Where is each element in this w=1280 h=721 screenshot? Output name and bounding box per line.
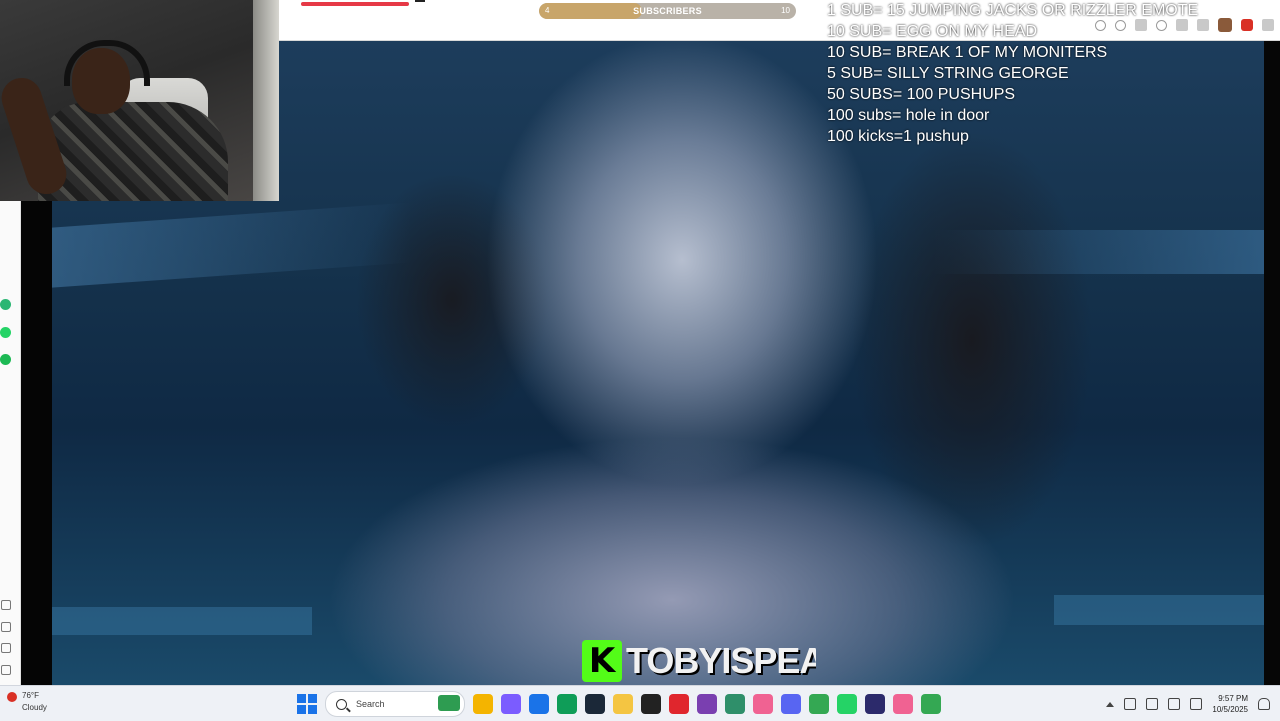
weather-alert-icon [7,692,17,702]
search-highlight-image [438,695,460,711]
microphone-icon[interactable] [1146,698,1159,710]
maps-pin-icon-2[interactable] [893,694,913,714]
app-purple-icon[interactable] [697,694,717,714]
clock-date: 10/5/2025 [1212,705,1248,714]
sub-goals-overlay: 1 SUB= 15 JUMPING JACKS OR RIZZLER EMOTE… [827,0,1267,147]
browser-tab-marker [415,0,425,2]
microsoft-store-icon[interactable] [529,694,549,714]
pool-light-stripe [52,202,412,288]
browser-tab-indicator[interactable] [301,2,409,6]
edge-icon[interactable] [557,694,577,714]
show-hidden-icons-icon[interactable] [1106,701,1115,707]
folder-icon[interactable] [613,694,633,714]
browser-side-panel [0,201,21,685]
subscriber-goal-max: 10 [781,6,790,15]
goal-line: 1 SUB= 15 JUMPING JACKS OR RIZZLER EMOTE [827,2,1199,19]
video-letterbox-left [20,201,52,685]
search-icon [336,698,347,710]
webcam-background-window [253,0,279,201]
copilot-icon[interactable] [501,694,521,714]
whatsapp-icon[interactable] [837,694,857,714]
system-tray: 9:57 PM 10/5/2025 [1106,691,1270,717]
subscriber-goal-label: SUBSCRIBERS [633,6,702,16]
maps-pin-icon[interactable] [753,694,773,714]
history-icon[interactable] [1,643,11,653]
onedrive-icon[interactable] [1124,698,1137,710]
wifi-icon[interactable] [1168,698,1181,710]
goal-line: 50 SUBS= 100 PUSHUPS [827,86,1016,103]
sidebar-app-icon[interactable] [0,299,11,310]
notification-bell-icon[interactable] [1258,698,1270,710]
edit-icon[interactable] [1,622,11,632]
opera-icon[interactable] [669,694,689,714]
pool-light-stripe [52,607,312,635]
taskbar-clock[interactable]: 9:57 PM 10/5/2025 [1212,693,1248,715]
heart-icon[interactable] [1,600,11,610]
subscriber-goal-bar: 4 SUBSCRIBERS 10 [539,3,796,19]
channel-watermark: K TOBYISPEAK [582,639,816,683]
clock-time: 9:57 PM [1218,694,1248,703]
steam-icon[interactable] [585,694,605,714]
discord-icon[interactable] [781,694,801,714]
goal-line: 100 kicks=1 pushup [827,128,969,145]
pool-light-stripe [1054,595,1264,625]
spotify-icon[interactable] [0,354,11,365]
webcam-overlay [0,0,279,201]
more-icon[interactable] [1,665,11,675]
search-placeholder: Search [356,699,385,709]
pool-light-stripe [934,230,1264,274]
goal-line: 100 subs= hole in door [827,107,990,124]
volume-icon[interactable] [1190,698,1203,710]
whatsapp-icon[interactable] [0,327,11,338]
next-app-icon[interactable] [865,694,885,714]
obs-icon[interactable] [641,694,661,714]
weather-widget[interactable]: 76°F Cloudy [4,691,64,717]
webcam-person-body [38,102,228,201]
taskbar-search[interactable]: Search [325,691,465,717]
taskbar-apps: Search [297,691,941,717]
goal-line: 10 SUB= BREAK 1 OF MY MONITERS [827,44,1108,61]
chrome-icon[interactable] [809,694,829,714]
file-explorer-icon[interactable] [473,694,493,714]
windows-taskbar: 76°F Cloudy Search 9:57 PM 10/5/2025 [0,685,1280,721]
windows-start-icon[interactable] [297,694,317,714]
channel-name: TOBYISPEAK [626,640,816,681]
kick-logo-icon: K [582,640,622,682]
goal-line: 10 SUB= EGG ON MY HEAD [827,23,1037,40]
headset-icon [64,40,150,86]
weather-condition: Cloudy [22,703,47,712]
weather-temperature: 76°F [22,691,39,700]
chrome-alt-icon[interactable] [921,694,941,714]
game-icon[interactable] [725,694,745,714]
goal-line: 5 SUB= SILLY STRING GEORGE [827,65,1069,82]
